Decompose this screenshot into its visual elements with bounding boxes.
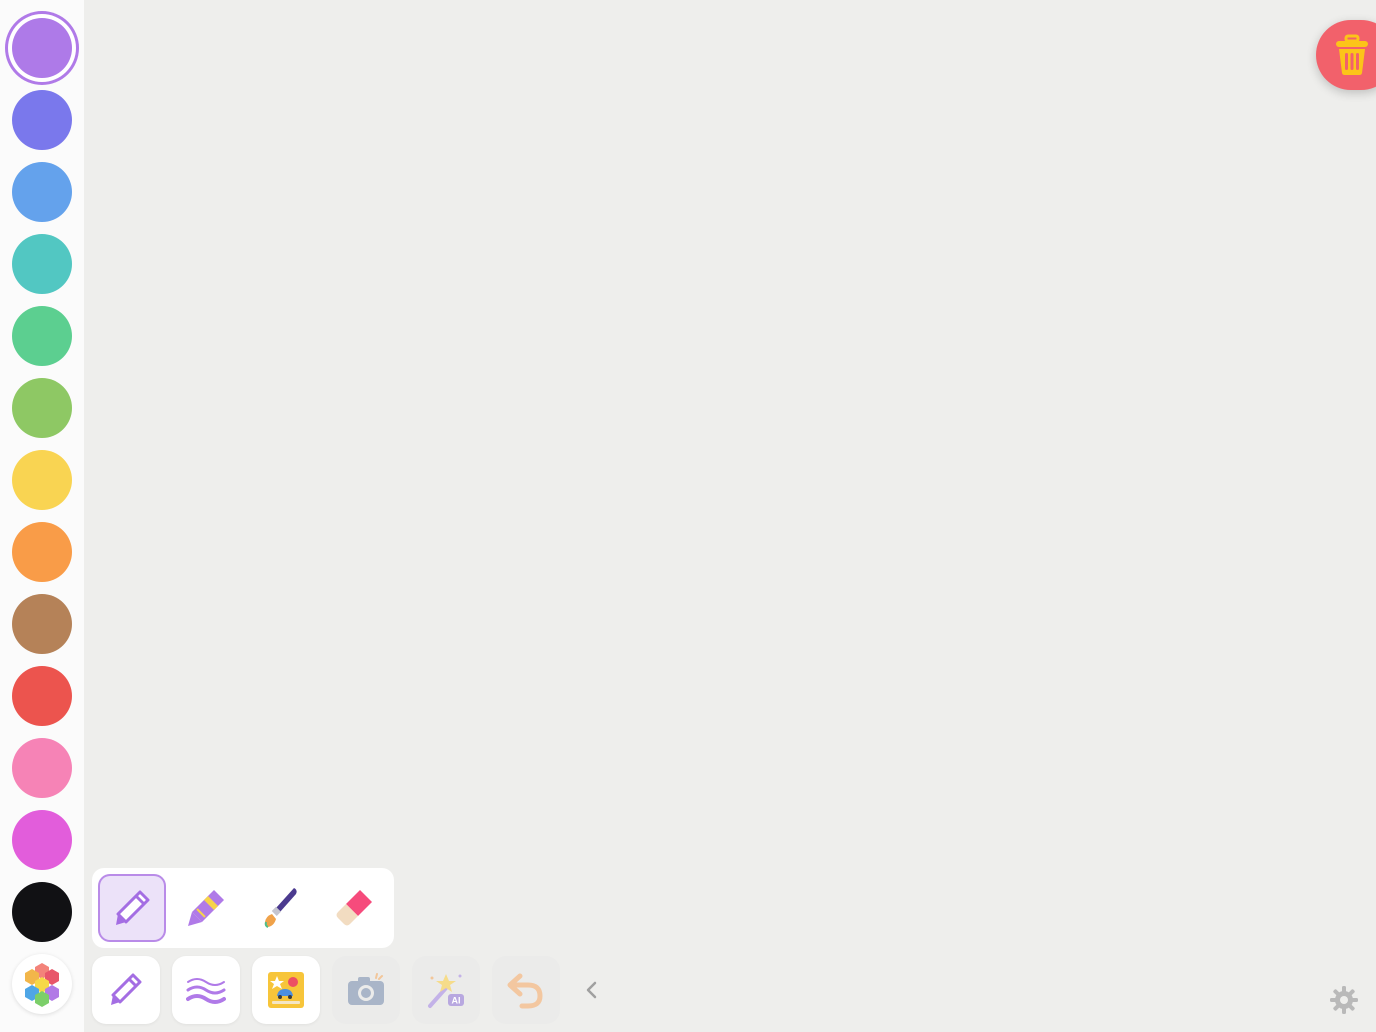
color-swatch-indigo[interactable] — [12, 90, 72, 150]
wavy-lines-icon — [186, 978, 226, 1004]
color-hexagons-icon — [25, 963, 59, 1007]
camera-icon — [348, 973, 384, 1005]
gear-icon[interactable] — [1329, 985, 1359, 1015]
trash-icon — [1336, 34, 1368, 75]
pen-icon — [116, 890, 150, 925]
brush-pen[interactable] — [98, 874, 166, 942]
camera-button[interactable] — [332, 956, 400, 1024]
color-swatch-yellow[interactable] — [12, 450, 72, 510]
collapse-toolbar-chevron-icon[interactable] — [580, 978, 604, 1002]
brush-eraser[interactable] — [320, 874, 388, 942]
ai-magic-button[interactable]: AI — [412, 956, 480, 1024]
brush-paintbrush[interactable] — [246, 874, 314, 942]
stroke-width-button[interactable] — [172, 956, 240, 1024]
color-swatch-red[interactable] — [12, 666, 72, 726]
color-swatch-pink[interactable] — [12, 738, 72, 798]
color-swatch-purple[interactable] — [12, 18, 72, 78]
undo-button[interactable] — [492, 956, 560, 1024]
more-colors-button[interactable] — [12, 954, 72, 1014]
color-swatch-teal[interactable] — [12, 234, 72, 294]
color-swatch-green[interactable] — [12, 306, 72, 366]
magic-wand-ai-icon: AI — [428, 974, 464, 1008]
brush-tool-button[interactable] — [92, 956, 160, 1024]
paintbrush-icon — [264, 888, 297, 928]
color-swatch-magenta[interactable] — [12, 810, 72, 870]
color-palette — [0, 0, 84, 1032]
pen-icon — [111, 973, 142, 1005]
brush-crayon[interactable] — [172, 874, 240, 942]
brush-tray — [92, 868, 394, 948]
color-swatch-blue[interactable] — [12, 162, 72, 222]
color-swatch-black[interactable] — [12, 882, 72, 942]
color-swatch-brown[interactable] — [12, 594, 72, 654]
sticker-book-icon — [268, 972, 304, 1008]
svg-text:AI: AI — [452, 996, 461, 1006]
stickers-button[interactable] — [252, 956, 320, 1024]
color-swatch-lime[interactable] — [12, 378, 72, 438]
color-swatch-orange[interactable] — [12, 522, 72, 582]
crayon-icon — [188, 890, 224, 926]
eraser-icon — [336, 890, 372, 926]
undo-arrow-icon — [507, 973, 543, 1009]
